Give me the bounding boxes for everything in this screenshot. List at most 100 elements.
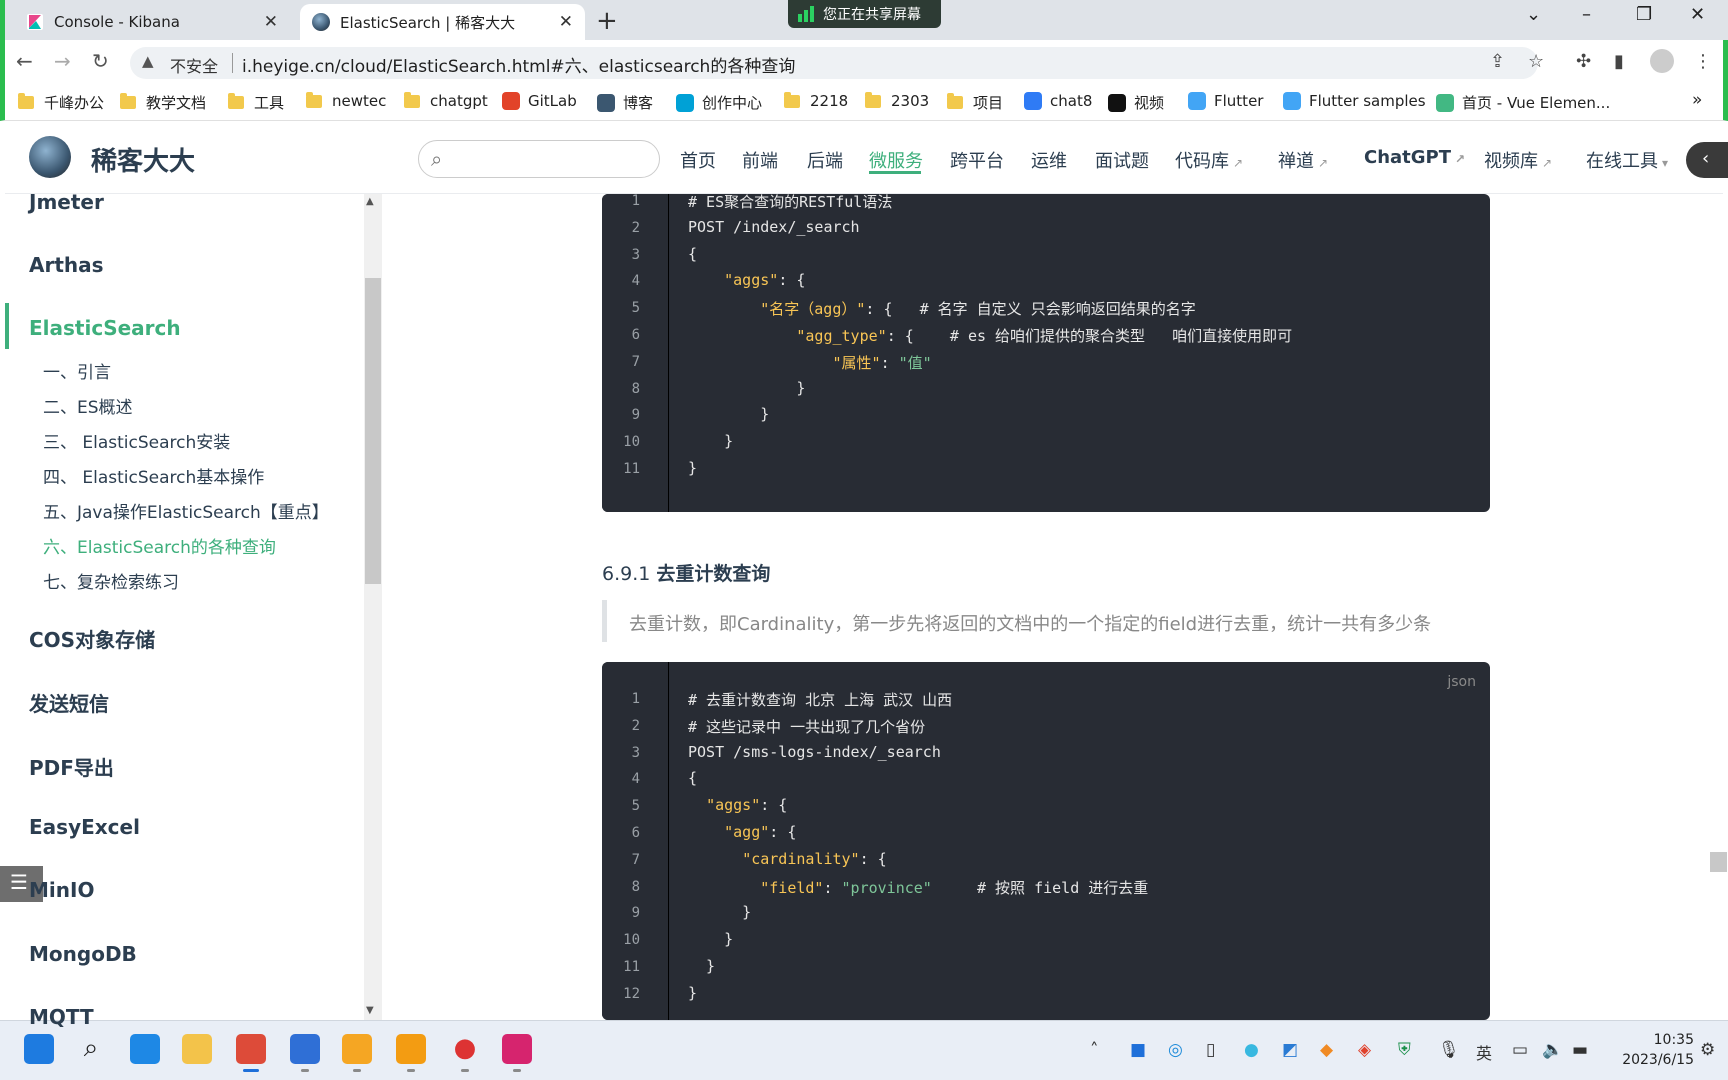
tray-app4-icon[interactable]: ◈ <box>1358 1040 1371 1060</box>
sidebar-section[interactable]: Jmeter <box>29 190 104 214</box>
bookmark-item[interactable]: 创作中心 <box>676 92 762 113</box>
bookmark-item[interactable]: 千峰办公 <box>18 92 104 113</box>
nav-link-8[interactable]: 禅道 ↗ <box>1278 147 1328 173</box>
sidebar-item[interactable]: 四、 ElasticSearch基本操作 <box>43 463 264 488</box>
extensions-icon[interactable]: ✣ <box>1576 51 1591 72</box>
bookmarks-more[interactable]: » <box>1692 90 1702 110</box>
bookmark-item[interactable]: 2303 <box>865 91 929 110</box>
windows-start-icon[interactable] <box>24 1034 54 1064</box>
sidebar-section[interactable]: EasyExcel <box>29 815 140 839</box>
bookmark-item[interactable]: newtec <box>306 91 386 110</box>
nav-link-1[interactable]: 前端 <box>742 147 778 173</box>
star-icon[interactable]: ☆ <box>1528 51 1544 72</box>
search-input[interactable]: ⌕ <box>418 140 660 178</box>
bookmark-item[interactable]: 教学文档 <box>120 92 206 113</box>
site-logo[interactable] <box>29 136 71 178</box>
notification-icon[interactable]: ⚙ <box>1700 1040 1715 1060</box>
tray-app2-icon[interactable]: ◩ <box>1282 1040 1298 1060</box>
sidebar-section[interactable]: PDF导出 <box>29 752 114 781</box>
bookmark-item[interactable]: chat8 <box>1024 92 1092 110</box>
url-text[interactable]: i.heyige.cn/cloud/ElasticSearch.html#六、e… <box>242 52 795 77</box>
bookmark-item[interactable]: 工具 <box>228 92 284 113</box>
restore-button[interactable]: ❐ <box>1636 4 1652 25</box>
tray-sync-icon[interactable]: ◎ <box>1168 1040 1183 1060</box>
new-tab-button[interactable]: + <box>596 6 618 36</box>
sidebar-section[interactable]: MQTT <box>29 1005 94 1029</box>
battery-icon[interactable]: ▬ <box>1572 1040 1588 1060</box>
page-scroll-thumb[interactable] <box>1710 852 1727 872</box>
tray-app-icon[interactable]: ■ <box>1130 1040 1146 1060</box>
bookmark-item[interactable]: 首页 - Vue Elemen... <box>1436 92 1610 113</box>
sidebar-section[interactable]: COS对象存储 <box>29 624 155 653</box>
usb-icon[interactable]: ▯ <box>1206 1040 1215 1060</box>
sidebar-section[interactable]: ElasticSearch <box>29 316 181 340</box>
tray-chevron-icon[interactable]: ˄ <box>1090 1040 1099 1060</box>
menu-icon[interactable]: ⋮ <box>1694 51 1712 72</box>
bookmark-item[interactable]: 2218 <box>784 91 848 110</box>
sidebar-item[interactable]: 三、 ElasticSearch安装 <box>43 428 230 453</box>
intellij-icon[interactable] <box>502 1034 532 1064</box>
clock[interactable]: 10:35 2023/6/15 <box>1604 1030 1694 1070</box>
chrome-icon[interactable] <box>236 1034 266 1064</box>
side-panel-icon[interactable]: ▮ <box>1614 51 1624 72</box>
minimize-button[interactable]: – <box>1582 4 1591 25</box>
sidebar-item[interactable]: 七、复杂检索练习 <box>43 568 179 593</box>
profile-avatar[interactable] <box>1650 49 1674 73</box>
nav-link-11[interactable]: 在线工具 ▾ <box>1586 147 1668 173</box>
ime-indicator[interactable]: 英 <box>1476 1040 1492 1064</box>
nav-link-0[interactable]: 首页 <box>680 147 716 173</box>
security-label[interactable]: 不安全 <box>170 53 218 77</box>
bookmark-item[interactable]: GitLab <box>502 92 577 110</box>
vscode-icon[interactable] <box>130 1034 160 1064</box>
bookmark-item[interactable]: 博客 <box>597 92 653 113</box>
close-window-button[interactable]: ✕ <box>1690 4 1705 25</box>
scroll-up-icon[interactable]: ▲ <box>366 196 374 207</box>
sidebar-item[interactable]: 二、ES概述 <box>43 393 133 418</box>
scroll-down-icon[interactable]: ▼ <box>366 1005 374 1016</box>
nav-link-5[interactable]: 运维 <box>1031 147 1067 173</box>
address-bar[interactable]: ▲ 不安全 i.heyige.cn/cloud/ElasticSearch.ht… <box>130 47 1538 79</box>
sidebar-section[interactable]: MinIO <box>29 878 94 902</box>
defender-icon[interactable]: ⛨ <box>1398 1040 1411 1060</box>
sublime-icon[interactable] <box>396 1034 426 1064</box>
tab-kibana[interactable]: Console - Kibana ✕ <box>18 4 290 40</box>
microphone-icon[interactable]: 🎙 <box>1438 1040 1460 1060</box>
app-icon[interactable] <box>342 1034 372 1064</box>
nav-link-7[interactable]: 代码库 ↗ <box>1175 147 1243 173</box>
bookmark-item[interactable]: Flutter samples <box>1283 92 1426 110</box>
sidebar-item[interactable]: 六、ElasticSearch的各种查询 <box>43 533 276 558</box>
collapse-icon[interactable]: ‹ <box>1686 142 1728 178</box>
record-icon[interactable]: ● <box>450 1034 480 1064</box>
bookmark-item[interactable]: Flutter <box>1188 92 1263 110</box>
bookmark-item[interactable]: 视频 <box>1108 92 1164 113</box>
sidebar-item[interactable]: 一、引言 <box>43 358 111 383</box>
bookmark-item[interactable]: chatgpt <box>404 91 488 110</box>
share-icon[interactable]: ⇪ <box>1490 51 1505 72</box>
nav-link-10[interactable]: 视频库 ↗ <box>1484 147 1552 173</box>
warning-icon[interactable]: ▲ <box>142 52 154 70</box>
back-icon[interactable]: ← <box>16 49 33 73</box>
forward-icon[interactable]: → <box>54 49 71 73</box>
sidebar-section[interactable]: 发送短信 <box>29 688 109 717</box>
search-icon[interactable]: ⌕ <box>76 1034 106 1064</box>
sidebar-section[interactable]: MongoDB <box>29 942 137 966</box>
tab-elasticsearch[interactable]: ElasticSearch | 稀客大大 ✕ <box>300 4 585 40</box>
sidebar-section[interactable]: Arthas <box>29 253 104 277</box>
tray-network-icon[interactable]: ● <box>1244 1040 1259 1060</box>
nav-link-4[interactable]: 跨平台 <box>950 147 1004 173</box>
close-tab-icon[interactable]: ✕ <box>559 12 573 32</box>
photos-icon[interactable] <box>290 1034 320 1064</box>
nav-link-9[interactable]: ChatGPT ↗ <box>1364 147 1465 168</box>
nav-link-6[interactable]: 面试题 <box>1095 147 1149 173</box>
reload-icon[interactable]: ↻ <box>92 49 109 73</box>
tab-search-chevron-icon[interactable]: ⌄ <box>1526 4 1541 25</box>
site-title[interactable]: 稀客大大 <box>91 141 195 178</box>
sidebar-scroll-thumb[interactable] <box>365 278 381 584</box>
nav-link-2[interactable]: 后端 <box>807 147 843 173</box>
sidebar-item[interactable]: 五、Java操作ElasticSearch【重点】 <box>43 498 329 523</box>
close-tab-icon[interactable]: ✕ <box>264 12 278 32</box>
nav-link-3[interactable]: 微服务 <box>869 147 923 173</box>
volume-icon[interactable]: 🔈 <box>1542 1040 1563 1060</box>
file-explorer-icon[interactable] <box>182 1034 212 1064</box>
page-scrollbar[interactable] <box>1709 194 1728 1020</box>
